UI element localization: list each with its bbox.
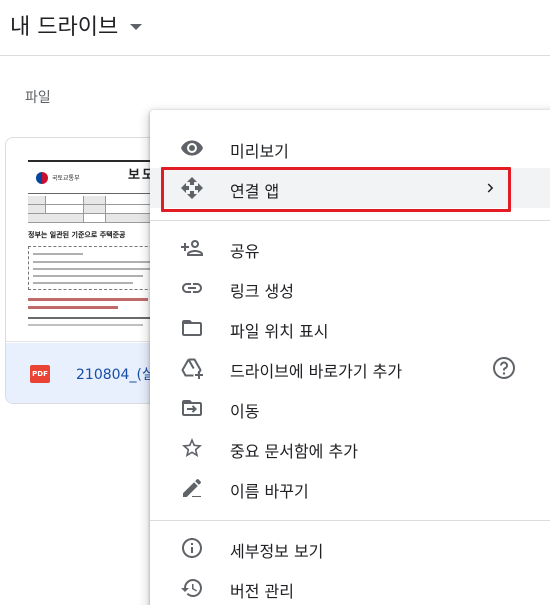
star-icon xyxy=(180,436,204,460)
eye-icon xyxy=(180,136,204,160)
menu-item-preview[interactable]: 미리보기 xyxy=(150,128,550,168)
move-to-folder-icon xyxy=(180,396,204,420)
menu-item-label: 연결 앱 xyxy=(230,182,280,201)
menu-item-add-shortcut[interactable]: 드라이브에 바로가기 추가 xyxy=(150,348,550,388)
top-bar: 내 드라이브 xyxy=(0,0,550,56)
menu-item-label: 이름 바꾸기 xyxy=(230,482,309,501)
menu-item-get-link[interactable]: 링크 생성 xyxy=(150,268,550,308)
menu-item-label: 드라이브에 바로가기 추가 xyxy=(230,362,403,381)
rename-pen-icon xyxy=(180,476,204,500)
menu-item-label: 미리보기 xyxy=(230,142,289,161)
menu-item-label: 링크 생성 xyxy=(230,282,294,301)
page-title: 내 드라이브 xyxy=(10,15,119,40)
chevron-right-icon xyxy=(482,179,500,197)
section-label-files: 파일 xyxy=(25,90,51,106)
menu-item-rename[interactable]: 이름 바꾸기 xyxy=(150,468,550,508)
link-icon xyxy=(180,276,204,300)
add-person-icon xyxy=(180,236,204,260)
file-name: 210804_(실 xyxy=(76,367,155,383)
menu-item-add-starred[interactable]: 중요 문서함에 추가 xyxy=(150,428,550,468)
info-icon xyxy=(180,536,204,560)
help-icon[interactable] xyxy=(492,356,516,380)
folder-icon xyxy=(180,316,204,340)
drive-add-shortcut-icon xyxy=(180,356,204,380)
menu-item-details[interactable]: 세부정보 보기 xyxy=(150,528,550,568)
my-drive-dropdown[interactable]: 내 드라이브 xyxy=(10,8,143,42)
menu-item-show-location[interactable]: 파일 위치 표시 xyxy=(150,308,550,348)
pdf-icon: PDF xyxy=(30,365,50,383)
menu-item-open-with[interactable]: 연결 앱 xyxy=(150,168,550,208)
menu-item-label: 버전 관리 xyxy=(230,582,294,601)
menu-item-label: 중요 문서함에 추가 xyxy=(230,442,358,461)
menu-item-label: 이동 xyxy=(230,402,260,421)
move-arrows-icon xyxy=(180,176,204,200)
menu-item-move[interactable]: 이동 xyxy=(150,388,550,428)
ministry-name: 국토교통부 xyxy=(52,175,80,182)
doc-summary-box xyxy=(28,246,168,290)
menu-item-label: 파일 위치 표시 xyxy=(230,322,329,341)
menu-item-manage-versions[interactable]: 버전 관리 xyxy=(150,568,550,605)
menu-item-label: 공유 xyxy=(230,242,260,261)
menu-divider xyxy=(150,520,550,521)
menu-item-label: 세부정보 보기 xyxy=(230,542,324,561)
menu-divider xyxy=(150,220,550,221)
menu-item-share[interactable]: 공유 xyxy=(150,228,550,268)
caret-down-icon xyxy=(130,23,143,30)
history-icon xyxy=(180,576,204,600)
context-menu: 미리보기 연결 앱 공유 링크 생성 파일 위치 표시 드라이브에 바로가기 추… xyxy=(150,110,550,605)
ministry-logo-icon xyxy=(36,171,48,184)
